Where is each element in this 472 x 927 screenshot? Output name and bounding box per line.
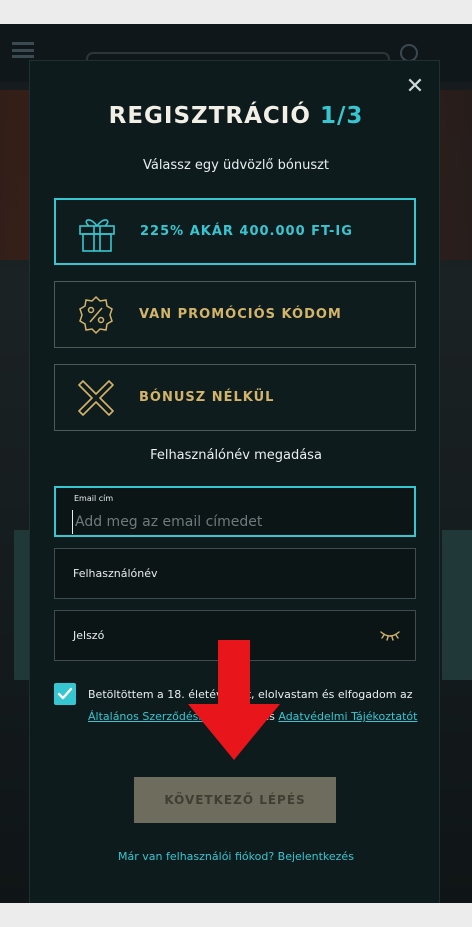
bonus-option-label: BÓNUSZ NÉLKÜL	[139, 390, 275, 405]
email-input[interactable]	[72, 510, 397, 534]
username-label: Felhasználónév	[73, 567, 158, 580]
bonus-option-promo-code[interactable]: VAN PROMÓCIÓS KÓDOM	[54, 281, 416, 348]
percent-badge-icon	[79, 295, 113, 335]
modal-subtitle: Válassz egy üdvözlő bónuszt	[142, 158, 330, 173]
browser-bottom-bar	[0, 903, 472, 927]
modal-title: REGISZTRÁCIÓ 1/3	[0, 103, 472, 129]
search-icon	[400, 44, 418, 62]
username-section-label: Felhasználónév megadása	[150, 448, 322, 463]
step-indicator: 1/3	[319, 103, 364, 129]
privacy-link[interactable]: Adatvédelmi Tájékoztatót	[278, 710, 417, 723]
gift-icon	[79, 219, 115, 252]
bonus-option-label: 225% AKÁR 400.000 FT-IG	[140, 224, 353, 239]
game-card	[442, 530, 472, 680]
email-field[interactable]: Email cím	[54, 486, 416, 537]
terms-checkbox[interactable]	[54, 683, 76, 705]
checkmark-icon	[57, 687, 73, 700]
close-icon[interactable]: ✕	[404, 76, 426, 98]
bonus-option-welcome[interactable]: 225% AKÁR 400.000 FT-IG	[54, 198, 416, 265]
password-label: Jelszó	[73, 629, 105, 642]
login-link[interactable]: Már van felhasználói fiókod? Bejelentkez…	[0, 850, 472, 863]
menu-icon	[12, 42, 34, 58]
bonus-option-no-bonus[interactable]: BÓNUSZ NÉLKÜL	[54, 364, 416, 431]
red-arrow-annotation	[188, 640, 280, 760]
title-text: REGISZTRÁCIÓ	[108, 103, 311, 129]
username-field[interactable]: Felhasználónév	[54, 548, 416, 599]
bonus-option-label: VAN PROMÓCIÓS KÓDOM	[139, 307, 342, 322]
email-label: Email cím	[74, 494, 114, 503]
x-icon	[78, 380, 114, 416]
browser-top-bar	[0, 0, 472, 24]
next-step-button[interactable]: KÖVETKEZŐ LÉPÉS	[134, 777, 336, 823]
eye-closed-icon[interactable]	[379, 627, 401, 643]
